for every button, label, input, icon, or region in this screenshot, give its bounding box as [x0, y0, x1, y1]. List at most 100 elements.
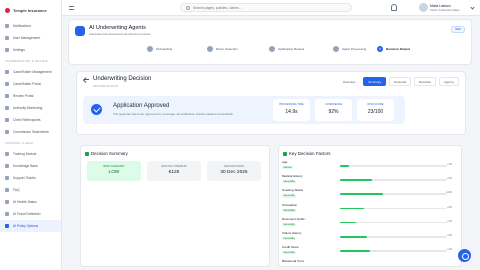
- step-dot: [147, 46, 153, 52]
- step-number: 5: [377, 46, 383, 52]
- factors-title: Key Decision Factors: [289, 151, 331, 156]
- topbar: Maria Lawson Senior Underwriter (Main): [62, 0, 480, 16]
- heart-icon: [5, 200, 9, 204]
- factor-value: +4%: [447, 248, 452, 252]
- notification-bell-icon[interactable]: [391, 4, 397, 11]
- tab-summary[interactable]: Summary: [363, 77, 387, 86]
- tab-overview[interactable]: Overview: [338, 77, 361, 86]
- app-logo[interactable]: Temple Insurance: [0, 0, 61, 20]
- decision-card: Underwriting Decision APP-2025-12-04-78 …: [76, 71, 466, 135]
- tab-remarks[interactable]: Remarks: [413, 77, 436, 86]
- factor-bar: [340, 179, 447, 181]
- factor-row: Age Minimal +1%: [282, 160, 452, 170]
- user-name: Maria Lawson: [430, 3, 451, 8]
- summary-title: Decision Summary: [91, 151, 128, 156]
- metric-processing-time: PROCESSING TIME 14.9s: [273, 99, 310, 121]
- step-dot: [269, 46, 275, 52]
- sidebar-item-authority-monitoring[interactable]: Authority Monitoring: [0, 102, 61, 114]
- factor-name: Claims History: [282, 231, 302, 235]
- search-input[interactable]: [193, 5, 343, 10]
- tab-personal[interactable]: Personal: [389, 77, 411, 86]
- sidebar-item-training[interactable]: Training Module: [0, 148, 61, 160]
- sidebar-item-knowledge-base[interactable]: Knowledge Base: [0, 160, 61, 172]
- app-name: Temple Insurance: [13, 7, 47, 13]
- factor-row: Credit Score Favourably +4%: [282, 245, 452, 255]
- factor-value: +10%: [445, 191, 452, 195]
- sidebar-section-underwriting: UNDERWRITING & REVIEW: [5, 59, 48, 63]
- factor-badge: Favourably: [282, 195, 297, 198]
- factor-bar: [340, 207, 447, 210]
- sidebar-item-commission[interactable]: Commission Statements: [0, 126, 61, 138]
- agent-header-card: AI Underwriting Agents Automated risk as…: [68, 19, 472, 65]
- factor-bar: [340, 221, 447, 224]
- status-badge: NEW: [450, 26, 465, 33]
- avatar[interactable]: [419, 3, 428, 12]
- factor-bar-fill: [340, 165, 349, 167]
- sidebar-item-user-management[interactable]: User Management: [0, 32, 61, 44]
- sidebar-item-ai-health[interactable]: AI Health Status: [0, 196, 61, 208]
- factor-bar: [340, 165, 447, 167]
- metric-confidence: CONFIDENCE 92%: [315, 99, 352, 121]
- chevron-down-icon[interactable]: [470, 5, 475, 10]
- document-icon: [5, 130, 9, 134]
- chat-fab-button[interactable]: [458, 249, 471, 262]
- review-icon: [5, 94, 9, 98]
- sidebar-item-notifications[interactable]: Notifications: [0, 20, 61, 32]
- sidebar-item-faq[interactable]: FAQ: [0, 184, 61, 196]
- factor-row: Behavioral Trust: [282, 259, 452, 263]
- factor-value: +5%: [447, 234, 452, 237]
- decision-title: Underwriting Decision: [93, 76, 152, 82]
- user-role: Senior Underwriter (Main): [430, 8, 460, 12]
- search-bar: [180, 3, 352, 12]
- robot-icon: [5, 224, 9, 228]
- sidebar-item-support[interactable]: Support Tickets: [0, 172, 61, 184]
- factor-bar-fill: [340, 207, 364, 210]
- lightbulb-icon: [5, 164, 9, 168]
- summary-decision-date: DECISION DATE 30 Dec 2025: [207, 161, 261, 181]
- shield-icon: [5, 212, 9, 216]
- factor-badge: Favourably: [282, 237, 297, 241]
- book-icon: [5, 152, 9, 156]
- sidebar-item-ai-fraud[interactable]: AI Fraud Detection: [0, 208, 61, 220]
- factor-value: +3%: [447, 219, 452, 223]
- factor-bar: [340, 236, 447, 238]
- factor-badge: Favourably: [282, 180, 297, 184]
- page-title: AI Underwriting Agents: [89, 25, 146, 31]
- key-factors-card: Key Decision Factors Age Minimal +1% Medica…: [278, 145, 462, 267]
- portal-icon: [5, 82, 9, 86]
- users-icon: [5, 36, 9, 40]
- factor-row: Document Verific... Favourably +3%: [282, 217, 452, 227]
- step-onboarding[interactable]: Onboarding: [147, 46, 172, 52]
- factor-bar-fill: [340, 193, 383, 195]
- sidebar-item-case-management[interactable]: Case/Holder Management: [0, 66, 61, 78]
- summary-risk-category: RISK CATEGORY LOW: [87, 161, 141, 181]
- check-circle-icon: [91, 104, 102, 115]
- factor-name: Occupation: [282, 202, 298, 207]
- step-driver-selection[interactable]: Driver Selection: [207, 46, 238, 52]
- factor-badge: Favourably: [282, 209, 297, 212]
- ticket-icon: [5, 176, 9, 180]
- step-decision-output[interactable]: 5 Decision Output: [377, 46, 410, 52]
- factor-bar: [340, 250, 447, 252]
- summary-monthly-premium: MONTHLY PREMIUM €126: [147, 161, 201, 181]
- factor-badge: Favourably: [282, 251, 297, 255]
- factor-value: +6%: [447, 205, 452, 209]
- menu-icon[interactable]: [69, 6, 74, 10]
- factor-badge: Favourably: [282, 223, 297, 227]
- question-icon: [5, 188, 9, 192]
- sidebar: Temple Insurance Notifications User Mana…: [0, 0, 62, 270]
- sidebar-item-case-portal[interactable]: Case/Holder Portal: [0, 78, 61, 90]
- sidebar-item-settings[interactable]: Settings: [0, 44, 61, 56]
- step-agent-processing[interactable]: Agent Processing: [333, 46, 366, 52]
- gear-icon: [5, 48, 9, 52]
- sidebar-item-ai-policy[interactable]: AI Policy Options: [0, 220, 61, 232]
- sidebar-item-review-portal[interactable]: Review Portal: [0, 90, 61, 102]
- back-arrow-icon[interactable]: [84, 79, 89, 80]
- tab-agency[interactable]: Agency: [438, 77, 459, 86]
- sidebar-section-training: TRAINING & HELP: [5, 141, 34, 145]
- sidebar-item-client-reflexpoints[interactable]: Client Reflexpoints: [0, 114, 61, 126]
- client-icon: [5, 118, 9, 122]
- step-application-review[interactable]: Application Review: [269, 46, 304, 52]
- approval-description: The applicant has been approved for cove…: [113, 112, 234, 116]
- factor-name: Credit Score: [282, 245, 299, 250]
